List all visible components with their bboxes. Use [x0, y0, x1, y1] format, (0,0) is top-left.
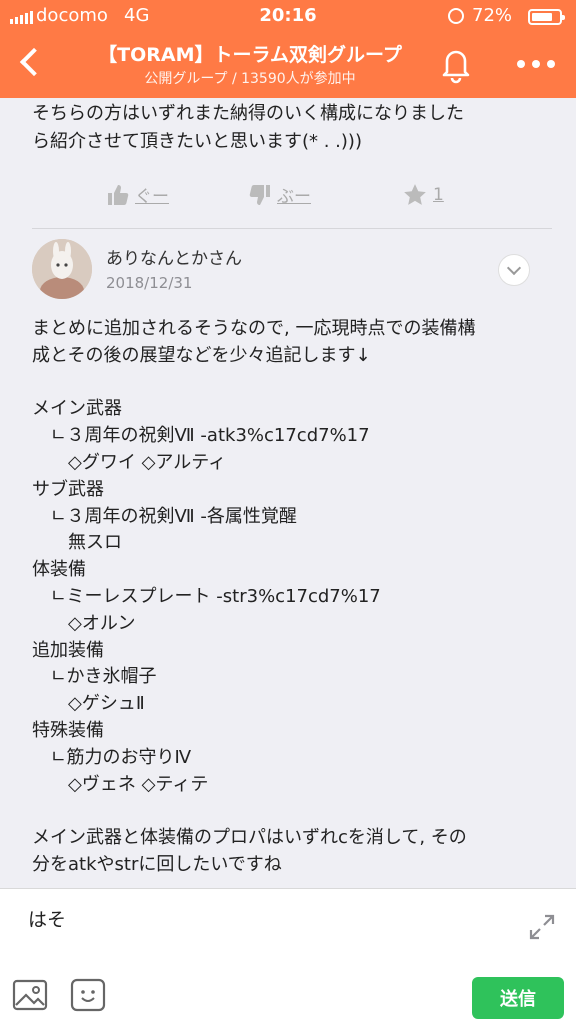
rotation-lock-icon — [448, 8, 464, 24]
back-icon — [19, 47, 49, 77]
comment-composer: はそ 送信 — [0, 888, 576, 1024]
expand-icon — [529, 914, 555, 940]
post-date: 2018/12/31 — [106, 274, 193, 292]
post-author[interactable]: ありなんとかさん — [106, 244, 242, 269]
notification-button[interactable] — [438, 44, 474, 84]
previous-post-text: そちらの方はいずれまた納得のいく構成になりました ら紹介させて頂きたいと思います… — [32, 103, 464, 152]
avatar[interactable] — [32, 239, 92, 299]
status-bar: docomo 4G 20:16 72% — [0, 0, 576, 32]
more-button[interactable] — [508, 46, 564, 82]
group-subtitle: 公開グループ / 13590人が参加中 — [144, 71, 356, 87]
bad-label: ぶー — [277, 187, 311, 207]
chevron-down-icon — [506, 260, 522, 276]
group-title: 【TORAM】トーラム双剣グループ — [98, 44, 402, 66]
more-icon — [517, 60, 525, 68]
send-button[interactable]: 送信 — [472, 977, 564, 1019]
post-divider — [32, 228, 552, 229]
stamp-button[interactable] — [68, 977, 108, 1013]
avatar-image — [32, 239, 92, 299]
bad-button[interactable]: ぶー — [248, 182, 311, 207]
back-button[interactable] — [8, 38, 52, 88]
thumbs-up-icon — [108, 184, 129, 205]
post-thread: そちらの方はいずれまた納得のいく構成になりました ら紹介させて頂きたいと思います… — [0, 98, 576, 888]
good-button[interactable]: ぐー — [106, 182, 169, 207]
bell-icon — [442, 50, 470, 84]
attach-image-button[interactable] — [10, 977, 50, 1013]
post-body: まとめに追加されるそうなので, 一応現時点での装備構 成とその後の展望などを少々… — [32, 318, 476, 875]
star-button[interactable]: 1 — [402, 182, 444, 208]
good-label: ぐー — [135, 187, 169, 207]
emoji-icon — [70, 978, 106, 1012]
group-header: 【TORAM】トーラム双剣グループ 公開グループ / 13590人が参加中 — [0, 32, 576, 98]
reaction-bar: ぐー ぶー 1 — [0, 176, 576, 216]
star-count: 1 — [433, 185, 444, 205]
star-icon — [404, 184, 426, 205]
image-icon — [12, 979, 48, 1011]
expand-button[interactable] — [524, 909, 560, 945]
thumbs-down-icon — [249, 184, 270, 205]
post-menu-button[interactable] — [498, 254, 530, 286]
battery-icon — [528, 9, 565, 25]
battery-percent: 72% — [472, 5, 513, 26]
comment-input[interactable]: はそ — [28, 905, 66, 932]
